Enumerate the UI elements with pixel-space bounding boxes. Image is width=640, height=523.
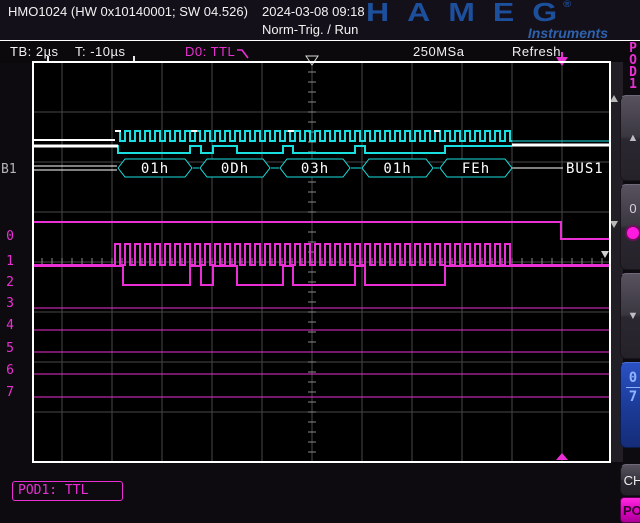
trigger-run-status: Norm-Trig. / Run	[262, 22, 358, 37]
up-arrow-icon: ▲	[628, 132, 639, 144]
trigger-position-marker-bottom	[556, 453, 568, 460]
registered-mark: ®	[563, 0, 571, 9]
bus-value: FEh	[462, 161, 490, 177]
signal-d2-data-bus	[115, 146, 512, 153]
timebase-readout: TB: 2µs	[10, 44, 59, 59]
bus-left-label: B1	[1, 162, 17, 177]
bus-frame	[440, 159, 512, 177]
bit-label-7: 7	[4, 385, 16, 400]
pod1-mode-badge: POD1: TTL	[12, 481, 123, 501]
bus-value: 01h	[141, 161, 169, 177]
bit-label-4: 4	[4, 318, 16, 333]
bit-label-5: 5	[4, 341, 16, 356]
status-bar: TB: 2µs T: -10µs D0: TTL 250MSa Refresh	[0, 40, 640, 63]
active-channel-dot-icon	[625, 225, 640, 241]
graticule-background	[33, 62, 610, 462]
datetime-readout: 2024-03-08 09:18	[262, 4, 365, 19]
pod1-vertical-label: P O D 1	[622, 43, 640, 91]
bit-label-1: 1	[4, 254, 16, 269]
bus-frame	[200, 159, 270, 177]
oscilloscope-screen: { "header": { "title": "HMO1024 (HW 0x10…	[0, 0, 640, 520]
header-bar: HMO1024 (HW 0x10140001; SW 04.526) 2024-…	[0, 0, 640, 40]
bus-value: 0Dh	[221, 161, 249, 177]
channel-range-button[interactable]: 0 7	[620, 362, 640, 448]
bus-frame	[118, 159, 192, 177]
bus-name-label: BUS1	[566, 161, 604, 177]
signal-bit2	[33, 266, 610, 285]
acquisition-mode-readout: Refresh	[512, 44, 561, 59]
bus-value: 01h	[383, 161, 411, 177]
down-arrow-icon: ▼	[628, 310, 639, 322]
gutter-scroll-up-icon[interactable]	[610, 95, 618, 102]
hameg-logo: HAMEG®	[366, 0, 571, 28]
signal-bit0	[33, 222, 610, 239]
graticule-border	[33, 62, 610, 462]
ch-button[interactable]: CH	[620, 464, 640, 496]
selected-channel-number: 0	[629, 201, 636, 216]
channel-select-button[interactable]: 0	[620, 184, 640, 270]
right-edge-marker	[601, 251, 609, 258]
range-top-value: 0	[629, 370, 637, 386]
signal-d1-clock-bus	[115, 131, 512, 141]
bit-label-2: 2	[4, 275, 16, 290]
signal-bit1	[33, 244, 610, 265]
falling-edge-icon	[236, 47, 250, 65]
waveform-display: 01h 0Dh 03h 01h FEh	[0, 0, 640, 520]
bit-label-6: 6	[4, 363, 16, 378]
hameg-instruments-label: Instruments	[508, 25, 608, 41]
range-divider	[626, 387, 640, 388]
trigger-source-readout: D0: TTL	[185, 44, 235, 59]
trigger-position-readout: T: -10µs	[75, 44, 126, 59]
sample-rate-readout: 250MSa	[413, 44, 464, 59]
bus-value: 03h	[301, 161, 329, 177]
channel-up-button[interactable]: ▲	[620, 95, 640, 181]
pod-button[interactable]: PO	[620, 497, 640, 523]
bus-frame	[280, 159, 350, 177]
gutter-scroll-down-icon[interactable]	[610, 221, 618, 228]
device-title: HMO1024 (HW 0x10140001; SW 04.526)	[8, 4, 248, 19]
range-bottom-value: 7	[629, 389, 637, 405]
bit-label-0: 0	[4, 229, 16, 244]
bus-frame	[362, 159, 433, 177]
bit-label-3: 3	[4, 296, 16, 311]
channel-down-button[interactable]: ▼	[620, 273, 640, 359]
